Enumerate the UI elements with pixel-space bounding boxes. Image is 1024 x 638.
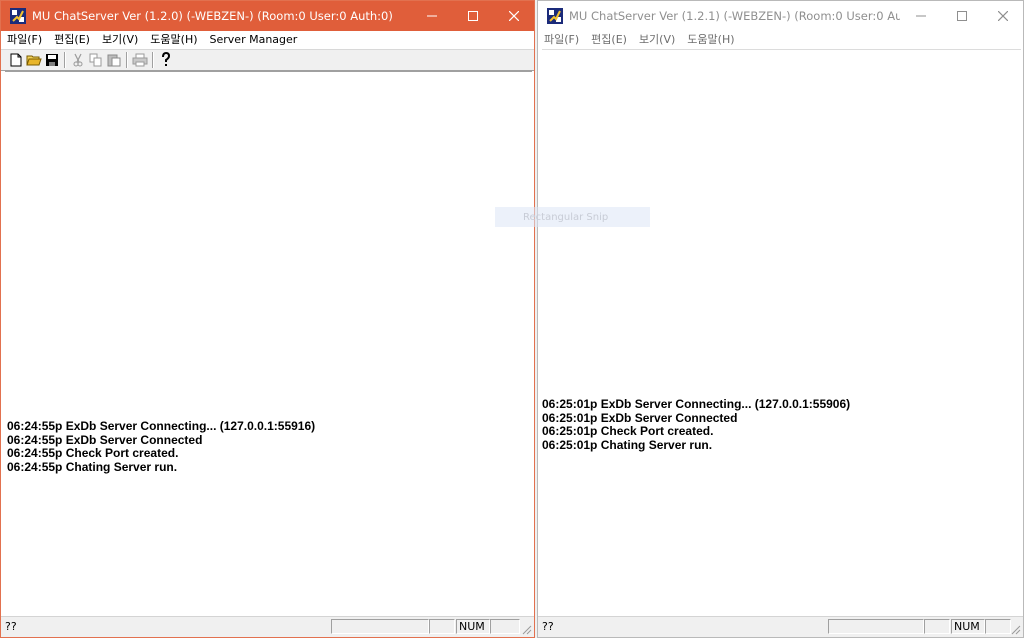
menu-help[interactable]: 도움말(H) (681, 31, 740, 49)
window-title: MU ChatServer Ver (1.2.1) (-WEBZEN-) (Ro… (569, 9, 900, 23)
status-panel (828, 619, 924, 634)
log-area: 06:25:01p ExDb Server Connecting... (127… (542, 49, 1021, 617)
new-file-icon (10, 53, 22, 67)
log-line: 06:25:01p Check Port created. (542, 424, 714, 438)
paste-button[interactable] (105, 51, 123, 69)
cut-button[interactable] (69, 51, 87, 69)
log-list: 06:24:55p ExDb Server Connecting... (127… (7, 419, 316, 474)
status-text: ?? (5, 620, 17, 633)
menu-help[interactable]: 도움말(H) (144, 31, 203, 49)
chatserver-window-active: MU ChatServer Ver (1.2.0) (-WEBZEN-) (Ro… (0, 0, 535, 638)
maximize-button[interactable] (941, 1, 982, 31)
log-line: 06:24:55p ExDb Server Connected (7, 432, 203, 447)
minimize-button[interactable] (411, 1, 452, 31)
close-icon (508, 11, 519, 21)
close-button[interactable] (493, 1, 534, 31)
minimize-icon (915, 15, 926, 17)
status-panel (429, 619, 455, 634)
menu-view[interactable]: 보기(V) (633, 31, 681, 49)
save-button[interactable] (43, 51, 61, 69)
log-line: 06:25:01p Chating Server run. (542, 437, 713, 452)
resize-grip-icon[interactable] (1009, 623, 1021, 635)
menu-file[interactable]: 파일(F) (1, 31, 48, 49)
window-title: MU ChatServer Ver (1.2.0) (-WEBZEN-) (Ro… (32, 9, 393, 23)
print-icon (132, 53, 148, 67)
status-panel (331, 619, 429, 634)
snip-ghost-overlay: Rectangular Snip (495, 207, 650, 227)
menu-bar: 파일(F) 편집(E) 보기(V) 도움말(H) Server Manager (1, 31, 534, 49)
status-text: ?? (542, 620, 554, 633)
status-bar: ?? NUM (538, 616, 1023, 637)
maximize-icon (956, 11, 967, 21)
log-list: 06:25:01p ExDb Server Connecting... (127… (542, 397, 851, 452)
toolbar-separator (126, 52, 128, 68)
copy-button[interactable] (87, 51, 105, 69)
log-area: 06:24:55p ExDb Server Connecting... (127… (5, 71, 532, 617)
log-line: 06:24:55p Chating Server run. (7, 459, 178, 474)
resize-grip-icon[interactable] (520, 623, 532, 635)
save-icon (46, 54, 58, 66)
minimize-icon (426, 15, 437, 17)
menu-edit[interactable]: 편집(E) (48, 31, 96, 49)
title-bar[interactable]: MU ChatServer Ver (1.2.1) (-WEBZEN-) (Ro… (538, 1, 1023, 31)
log-line: 06:24:55p Check Port created. (7, 446, 179, 460)
print-button[interactable] (131, 51, 149, 69)
menu-view[interactable]: 보기(V) (96, 31, 144, 49)
snip-ghost-label: Rectangular Snip (523, 211, 609, 223)
toolbar (1, 49, 534, 71)
close-icon (997, 11, 1008, 21)
toolbar-separator (152, 52, 154, 68)
cut-icon (73, 53, 83, 67)
menu-edit[interactable]: 편집(E) (585, 31, 633, 49)
paste-icon (107, 54, 121, 67)
open-folder-icon (26, 55, 42, 66)
menu-server-manager[interactable]: Server Manager (204, 31, 304, 49)
status-panel (490, 619, 520, 634)
app-icon (547, 8, 563, 24)
open-button[interactable] (25, 51, 43, 69)
log-line: 06:25:01p ExDb Server Connected (542, 410, 738, 425)
status-panel (924, 619, 950, 634)
close-button[interactable] (982, 1, 1023, 31)
toolbar-separator (64, 52, 66, 68)
num-lock-indicator: NUM (456, 619, 490, 634)
help-icon (162, 52, 171, 66)
app-icon (10, 8, 26, 24)
copy-icon (89, 53, 102, 67)
log-line: 06:24:55p ExDb Server Connecting... (127… (7, 419, 316, 433)
title-bar[interactable]: MU ChatServer Ver (1.2.0) (-WEBZEN-) (Ro… (1, 1, 534, 31)
new-button[interactable] (7, 51, 25, 69)
maximize-icon (467, 11, 478, 21)
help-button[interactable] (157, 51, 175, 69)
log-line: 06:25:01p ExDb Server Connecting... (127… (542, 397, 851, 411)
num-lock-indicator: NUM (951, 619, 985, 634)
menu-file[interactable]: 파일(F) (538, 31, 585, 49)
maximize-button[interactable] (452, 1, 493, 31)
menu-bar: 파일(F) 편집(E) 보기(V) 도움말(H) (538, 31, 1023, 49)
status-panel (985, 619, 1011, 634)
minimize-button[interactable] (900, 1, 941, 31)
status-bar: ?? NUM (1, 616, 534, 637)
chatserver-window-inactive: MU ChatServer Ver (1.2.1) (-WEBZEN-) (Ro… (537, 0, 1024, 638)
